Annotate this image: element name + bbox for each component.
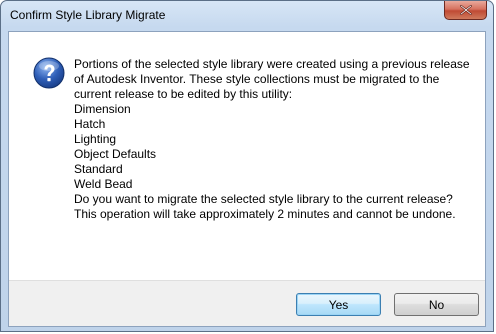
question-icon xyxy=(33,57,65,89)
dialog-client-area: Portions of the selected style library w… xyxy=(8,31,486,327)
list-item: Standard xyxy=(74,162,123,176)
yes-button[interactable]: Yes xyxy=(296,293,381,316)
list-item: Hatch xyxy=(74,117,106,131)
list-item: Lighting xyxy=(74,132,117,146)
dialog-window: Confirm Style Library Migrate Portions o… xyxy=(0,0,494,332)
list-item: Object Defaults xyxy=(74,147,157,161)
style-collection-list: Dimension Hatch Lighting Object Defaults… xyxy=(74,102,474,192)
title-bar[interactable]: Confirm Style Library Migrate xyxy=(1,1,493,31)
button-bar: Yes No xyxy=(9,280,485,326)
no-button[interactable]: No xyxy=(394,293,479,316)
list-item: Weld Bead xyxy=(74,177,133,191)
question-text: Do you want to migrate the selected styl… xyxy=(74,192,456,221)
close-icon xyxy=(460,5,472,15)
close-button[interactable] xyxy=(444,1,487,20)
message-text: Portions of the selected style library w… xyxy=(74,57,474,222)
list-item: Dimension xyxy=(74,102,131,116)
window-title: Confirm Style Library Migrate xyxy=(10,8,166,22)
intro-text: Portions of the selected style library w… xyxy=(74,57,470,101)
message-area: Portions of the selected style library w… xyxy=(9,32,485,282)
